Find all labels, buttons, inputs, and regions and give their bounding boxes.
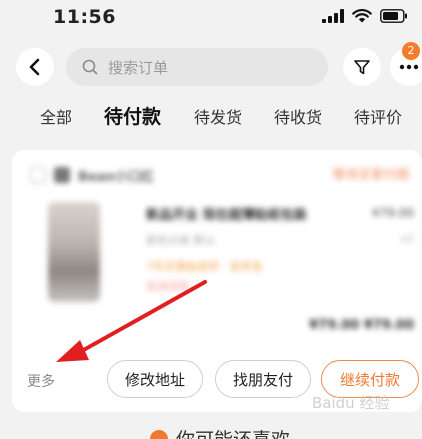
quantity: x1 bbox=[400, 232, 414, 245]
more-dots-icon bbox=[399, 64, 419, 70]
tab-pending-receipt[interactable]: 待收货 bbox=[274, 104, 322, 128]
unit-price: ¥79.00 bbox=[372, 206, 414, 220]
watermark: Baidu 经验 bbox=[312, 394, 390, 412]
product-title[interactable]: 新品开业 现在超薄贴纸包装 bbox=[146, 204, 356, 223]
back-button[interactable] bbox=[16, 48, 54, 86]
tab-pending-shipment[interactable]: 待发货 bbox=[194, 104, 242, 128]
product-tags: 7天无理由退货 · 退货宝 bbox=[146, 260, 263, 273]
notification-badge: 2 bbox=[402, 42, 420, 60]
shop-name[interactable]: Bean小口红 bbox=[78, 166, 154, 185]
cellular-signal-icon bbox=[322, 9, 344, 23]
status-icons bbox=[322, 9, 408, 23]
filter-button[interactable] bbox=[343, 48, 381, 86]
recommend-icon bbox=[150, 429, 168, 439]
header: 搜索订单 2 bbox=[0, 40, 422, 94]
checkbox-icon[interactable] bbox=[30, 167, 46, 183]
product-spec: 颜色分类 默认 bbox=[146, 234, 216, 247]
ask-friend-pay-button[interactable]: 找朋友付 bbox=[215, 360, 311, 398]
recommend-label: 你可能还喜欢 bbox=[176, 425, 290, 439]
order-card[interactable]: Bean小口红 等待买家付款 新品开业 现在超薄贴纸包装 颜色分类 默认 7天无… bbox=[12, 150, 422, 412]
order-total: ¥79.00 ¥79.00 bbox=[309, 318, 414, 333]
more-actions-link[interactable]: 更多 bbox=[27, 371, 55, 391]
chevron-left-icon bbox=[29, 58, 40, 76]
product-thumbnail[interactable] bbox=[48, 202, 100, 302]
product-note: 极速退款 bbox=[146, 280, 190, 293]
battery-icon bbox=[380, 9, 407, 23]
shop-icon bbox=[54, 167, 70, 183]
wifi-icon bbox=[352, 9, 372, 23]
orders-page: 11:56 搜索订单 2 全部 待付款 待发货 待收货 待评价 Bean小口红 … bbox=[0, 0, 422, 439]
shop-row[interactable]: Bean小口红 bbox=[30, 164, 154, 186]
tab-pending-review[interactable]: 待评价 bbox=[354, 104, 402, 128]
tab-pending-payment[interactable]: 待付款 bbox=[104, 102, 161, 129]
search-input[interactable]: 搜索订单 bbox=[66, 48, 328, 86]
status-time: 11:56 bbox=[53, 6, 116, 28]
order-tabs: 全部 待付款 待发货 待收货 待评价 bbox=[0, 104, 422, 134]
status-bar: 11:56 bbox=[0, 0, 422, 36]
modify-address-button[interactable]: 修改地址 bbox=[107, 360, 203, 398]
search-placeholder: 搜索订单 bbox=[108, 58, 169, 77]
filter-icon bbox=[354, 60, 370, 75]
recommend-header: 你可能还喜欢 bbox=[150, 425, 290, 439]
tab-all[interactable]: 全部 bbox=[40, 104, 72, 128]
order-status: 等待买家付款 bbox=[331, 168, 410, 183]
search-icon bbox=[82, 59, 98, 75]
